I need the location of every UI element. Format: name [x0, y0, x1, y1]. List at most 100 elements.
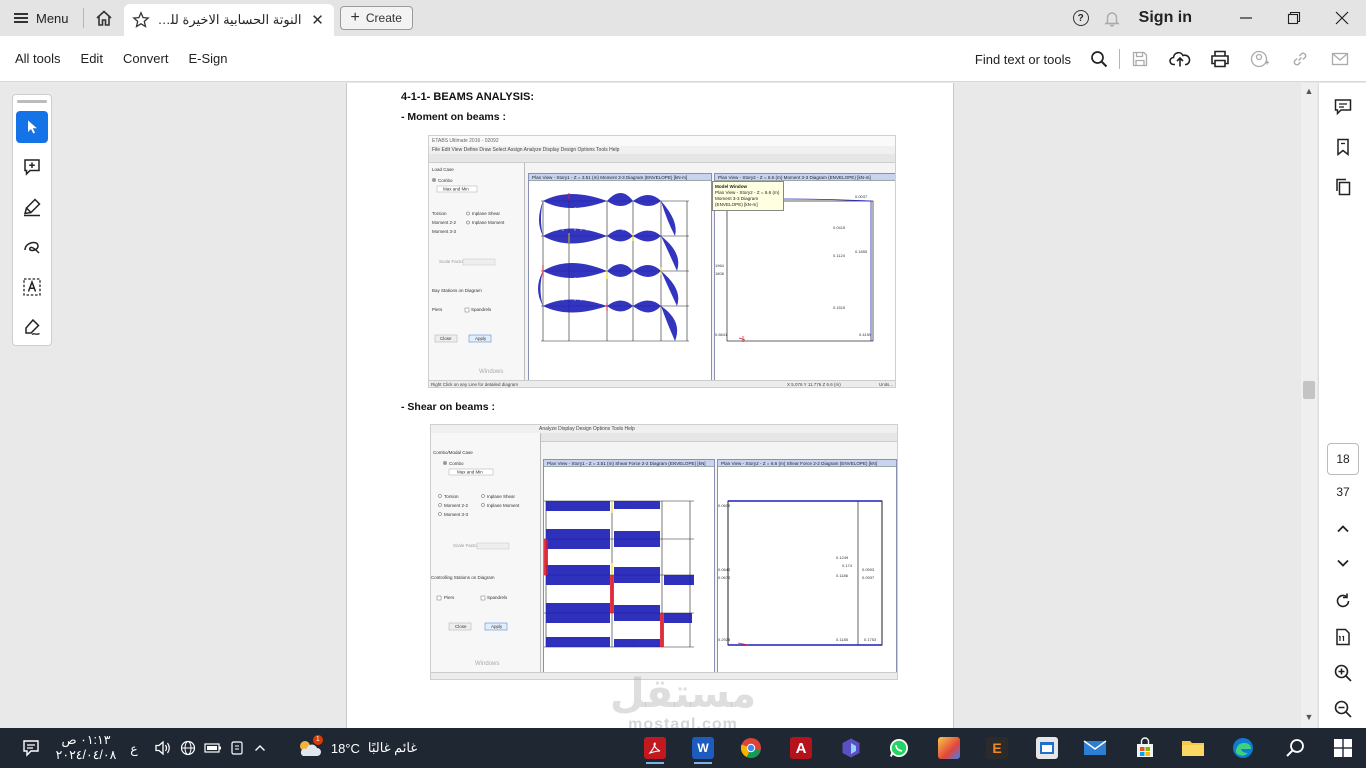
dlg-label: Apply [475, 336, 487, 341]
word-app[interactable]: W [686, 732, 720, 764]
outlook-app[interactable] [1030, 732, 1064, 764]
scroll-thumb[interactable] [1303, 381, 1315, 399]
dlg-label: Apply [491, 624, 503, 629]
dlg-label: Combo [438, 178, 453, 183]
search-button[interactable] [1079, 36, 1119, 82]
fit-page-button[interactable] [1331, 625, 1355, 649]
save-button[interactable] [1120, 36, 1160, 82]
paint-icon [938, 737, 960, 759]
autocad-app[interactable]: A [784, 732, 818, 764]
home-button[interactable] [84, 0, 124, 36]
clock[interactable]: ٠١:١٣ ص ٢٠٢٤/٠٤/٠٨ [54, 728, 118, 768]
upload-button[interactable] [1160, 36, 1200, 82]
windows-activation-text: Windows [475, 661, 499, 667]
bookmarks-button[interactable] [1331, 135, 1355, 159]
acrobat-icon [644, 737, 666, 759]
whatsapp-icon [890, 739, 908, 757]
svg-text:0.2928: 0.2928 [718, 637, 731, 642]
volume-button[interactable] [152, 728, 174, 768]
app-hex[interactable] [834, 732, 868, 764]
create-button[interactable]: + Create [339, 6, 413, 30]
cloud-sun-icon: 1 [295, 735, 323, 759]
battery-button[interactable] [202, 728, 224, 768]
clock-date: ٢٠٢٤/٠٤/٠٨ [55, 748, 117, 762]
zoom-in-button[interactable] [1331, 661, 1355, 685]
select-tool[interactable] [16, 111, 48, 143]
tab-close-icon[interactable]: ✕ [310, 11, 326, 29]
panel-grip[interactable] [17, 100, 47, 103]
scroll-up-icon[interactable]: ▲ [1301, 86, 1317, 100]
vertical-scrollbar[interactable]: ▲ ▼ [1301, 83, 1317, 728]
find-text-label[interactable]: Find text or tools [975, 52, 1071, 67]
edge-app[interactable] [1226, 732, 1260, 764]
whatsapp-app[interactable] [882, 732, 916, 764]
restore-button[interactable] [1270, 0, 1318, 36]
share-user-button[interactable] [1240, 36, 1280, 82]
save-icon [1132, 51, 1148, 67]
store-app[interactable] [1128, 732, 1162, 764]
comments-button[interactable] [1331, 95, 1355, 119]
etabs-app[interactable]: E [980, 732, 1014, 764]
text-tool[interactable] [16, 271, 48, 303]
add-comment-tool[interactable] [16, 151, 48, 183]
highlighter-icon [23, 198, 41, 217]
menu-esign[interactable]: E-Sign [188, 51, 227, 66]
highlight-tool[interactable] [16, 191, 48, 223]
draw-tool[interactable] [16, 231, 48, 263]
rotate-button[interactable] [1331, 589, 1355, 613]
print-button[interactable] [1200, 36, 1240, 82]
previous-page-button[interactable] [1331, 517, 1355, 541]
sign-tool[interactable] [16, 311, 48, 343]
start-button[interactable] [1326, 728, 1360, 768]
svg-text:0.1855: 0.1855 [855, 249, 868, 254]
title-bar: Menu النوتة الحسابية الاخيرة للخيمة... ✕… [0, 0, 1366, 36]
file-explorer-app[interactable] [1176, 732, 1210, 764]
document-viewport[interactable]: 4-1-1- BEAMS ANALYSIS: - Moment on beams… [64, 83, 1300, 728]
home-icon [95, 10, 112, 26]
menu-all-tools[interactable]: All tools [15, 51, 61, 66]
scroll-down-icon[interactable]: ▼ [1301, 712, 1317, 726]
next-page-button[interactable] [1331, 551, 1355, 575]
current-page-input[interactable]: 18 [1327, 443, 1359, 475]
network-button[interactable] [178, 728, 198, 768]
document-tab[interactable]: النوتة الحسابية الاخيرة للخيمة... ✕ [123, 4, 334, 36]
meet-now-button[interactable] [228, 728, 246, 768]
help-icon[interactable]: ? [1072, 10, 1089, 26]
tab-title: النوتة الحسابية الاخيرة للخيمة... [158, 12, 302, 27]
mail-app[interactable] [1078, 732, 1112, 764]
bell-icon[interactable] [1103, 9, 1121, 27]
sign-in-link[interactable]: Sign in [1139, 9, 1192, 27]
zoom-out-button[interactable] [1331, 697, 1355, 721]
pages-button[interactable] [1331, 175, 1355, 199]
link-button[interactable] [1280, 36, 1320, 82]
email-button[interactable] [1320, 36, 1360, 82]
weather-badge: 1 [312, 735, 323, 745]
main-toolbar: All tools Edit Convert E-Sign Find text … [0, 36, 1366, 82]
dlg-label: Inplane Moment [487, 503, 520, 508]
word-icon: W [692, 737, 714, 759]
acrobat-app[interactable] [638, 732, 672, 764]
autocad-icon: A [790, 737, 812, 759]
menu-button[interactable]: Menu [0, 0, 83, 36]
paint-app[interactable] [932, 732, 966, 764]
svg-text:0.1515: 0.1515 [833, 305, 846, 310]
close-window-button[interactable] [1318, 0, 1366, 36]
menu-edit[interactable]: Edit [81, 51, 103, 66]
chevron-up-icon [1337, 525, 1349, 533]
search-button[interactable] [1278, 728, 1312, 768]
fit-page-icon [1336, 628, 1350, 646]
signature-pen-icon [25, 318, 40, 336]
weather-widget[interactable]: 1 18°C غائم غالبًا [288, 728, 424, 768]
notifications-button[interactable] [14, 728, 48, 768]
menu-convert[interactable]: Convert [123, 51, 169, 66]
svg-text:0.1753: 0.1753 [864, 637, 877, 642]
dlg-label: Inplane Shear [472, 211, 501, 216]
mail-icon [1083, 740, 1107, 755]
svg-text:0.1249: 0.1249 [836, 555, 849, 560]
star-icon[interactable] [131, 11, 150, 29]
language-indicator[interactable]: ع [124, 728, 144, 768]
active-indicator [646, 762, 664, 764]
minimize-button[interactable] [1222, 0, 1270, 36]
chrome-app[interactable] [734, 732, 768, 764]
show-hidden-icons-button[interactable] [250, 728, 270, 768]
